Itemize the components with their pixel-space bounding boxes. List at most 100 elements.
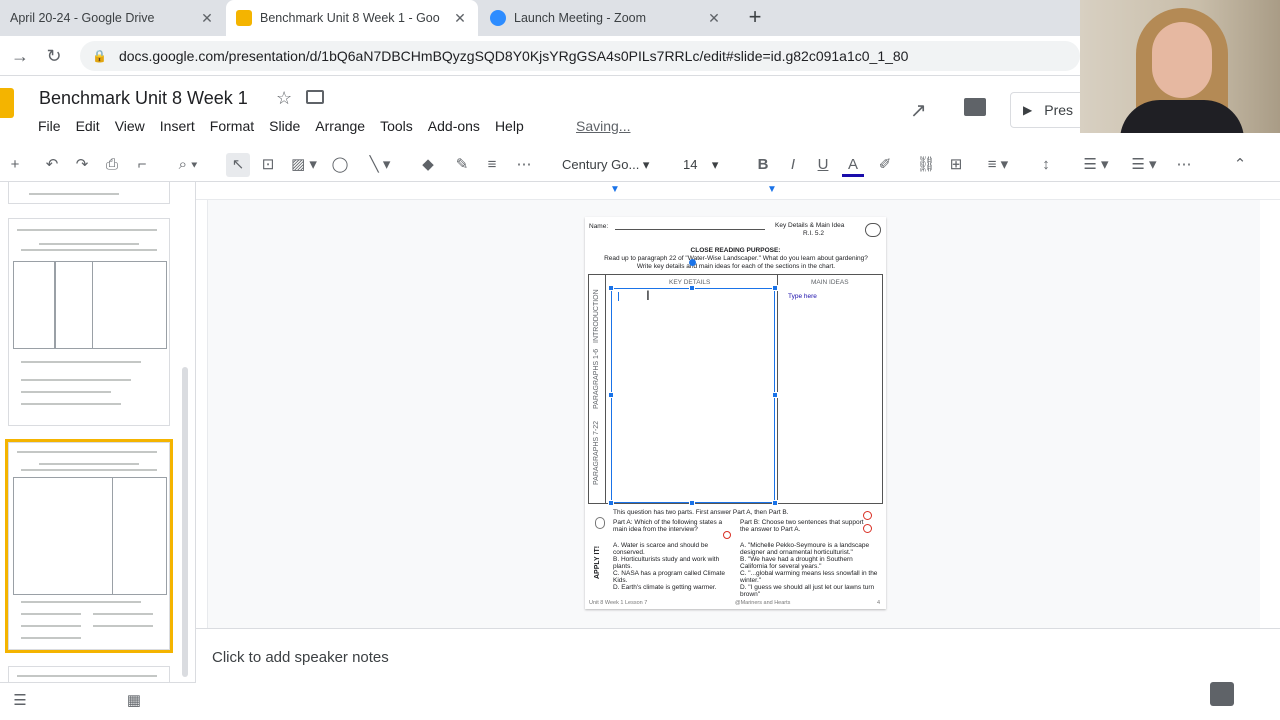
- resize-handle[interactable]: [772, 500, 778, 506]
- slide-thumbnail[interactable]: [8, 182, 170, 204]
- explore-icon[interactable]: [1210, 682, 1234, 706]
- activity-trend-icon[interactable]: ↗: [910, 98, 927, 123]
- resize-handle[interactable]: [772, 392, 778, 398]
- menu-slide[interactable]: Slide: [269, 118, 300, 134]
- part-a-options: A. Water is scarce and should be conserv…: [613, 542, 731, 591]
- undo-icon[interactable]: ↶: [40, 153, 64, 177]
- italic-icon[interactable]: I: [782, 153, 804, 177]
- tab-benchmark-slides[interactable]: Benchmark Unit 8 Week 1 - Goo ✕: [226, 0, 478, 36]
- menu-tools[interactable]: Tools: [380, 118, 413, 134]
- present-icon: ▶: [1023, 103, 1033, 117]
- part-b-option: B. "We have had a drought in Southern Ca…: [740, 556, 853, 570]
- comment-icon[interactable]: [964, 98, 986, 116]
- selected-text-box[interactable]: [611, 288, 775, 503]
- close-tab-icon[interactable]: ✕: [706, 10, 722, 27]
- tab-zoom[interactable]: Launch Meeting - Zoom ✕: [480, 0, 732, 36]
- highlight-icon[interactable]: ✐: [874, 153, 896, 177]
- resize-handle[interactable]: [608, 500, 614, 506]
- part-b-option: C. "...global warming means less snowfal…: [740, 570, 878, 584]
- slide-thumbnail-current[interactable]: [5, 439, 173, 653]
- redo-icon[interactable]: ↷: [70, 153, 94, 177]
- rotate-handle[interactable]: [689, 259, 696, 266]
- collapse-menu-icon[interactable]: ⌃: [1228, 153, 1252, 177]
- line-icon[interactable]: ╲ ▾: [360, 153, 400, 177]
- horizontal-ruler[interactable]: ▼ ▼: [196, 182, 1280, 200]
- move-folder-icon[interactable]: [306, 90, 324, 104]
- bold-icon[interactable]: B: [752, 153, 774, 177]
- speaker-notes[interactable]: Click to add speaker notes: [196, 628, 1280, 720]
- menu-view[interactable]: View: [115, 118, 145, 134]
- speaker-notes-placeholder[interactable]: Click to add speaker notes: [212, 649, 389, 666]
- menu-edit[interactable]: Edit: [76, 118, 100, 134]
- menu-arrange[interactable]: Arrange: [315, 118, 365, 134]
- indent-marker-icon[interactable]: ▼: [767, 184, 777, 195]
- align-icon[interactable]: ≡ ▾: [980, 153, 1016, 177]
- menu-format[interactable]: Format: [210, 118, 254, 134]
- vertical-ruler[interactable]: [196, 200, 208, 628]
- border-dash-icon[interactable]: ⋯: [512, 153, 536, 177]
- slide-thumbnail[interactable]: [8, 218, 170, 426]
- border-weight-icon[interactable]: ≡: [480, 153, 504, 177]
- url-field[interactable]: 🔒 docs.google.com/presentation/d/1bQ6aN7…: [80, 41, 1080, 71]
- star-icon[interactable]: ☆: [276, 88, 292, 109]
- check-circle-icon: [723, 531, 731, 539]
- font-select[interactable]: Century Go... ▾: [562, 154, 657, 176]
- line-spacing-icon[interactable]: ↕: [1034, 153, 1058, 177]
- more-icon[interactable]: ⋯: [1172, 153, 1196, 177]
- resize-handle[interactable]: [608, 392, 614, 398]
- shape-icon[interactable]: ◯: [328, 153, 352, 177]
- resize-handle[interactable]: [772, 285, 778, 291]
- text-box-icon[interactable]: ⊡: [256, 153, 280, 177]
- menu-addons[interactable]: Add-ons: [428, 118, 480, 134]
- filmstrip-footer: ☰ ▦: [0, 682, 196, 720]
- new-slide-icon[interactable]: +: [0, 153, 30, 177]
- menu-insert[interactable]: Insert: [160, 118, 195, 134]
- worksheet-header: Key Details & Main Idea: [775, 222, 845, 229]
- print-icon[interactable]: ⎙: [100, 153, 124, 177]
- numbered-list-icon[interactable]: ☰ ▾: [1076, 153, 1116, 177]
- bulleted-list-icon[interactable]: ☰ ▾: [1124, 153, 1164, 177]
- owl-logo-icon: [865, 223, 881, 237]
- close-tab-icon[interactable]: ✕: [452, 10, 468, 27]
- paint-format-icon[interactable]: ⌐: [130, 153, 154, 177]
- slide-filmstrip: [0, 182, 196, 720]
- document-title[interactable]: Benchmark Unit 8 Week 1: [39, 88, 248, 109]
- lock-icon: 🔒: [92, 49, 107, 63]
- underline-icon[interactable]: U: [812, 153, 834, 177]
- part-a-option: B. Horticulturists study and work with p…: [613, 556, 720, 570]
- reload-icon[interactable]: ↻: [42, 44, 66, 68]
- row-label-paragraphs-7-22: PARAGRAPHS 7-22: [593, 420, 600, 485]
- menu-file[interactable]: File: [38, 118, 61, 134]
- forward-icon[interactable]: →: [8, 44, 32, 68]
- add-comment-icon[interactable]: ⊞: [944, 153, 968, 177]
- resize-handle[interactable]: [689, 500, 695, 506]
- close-tab-icon[interactable]: ✕: [199, 10, 215, 27]
- font-size-select[interactable]: 14 ▾: [683, 154, 738, 176]
- indent-marker-icon[interactable]: ▼: [610, 184, 620, 195]
- slide[interactable]: Name: Key Details & Main Idea R.I. 5.2 C…: [585, 217, 886, 609]
- select-tool-icon[interactable]: ↖: [226, 153, 250, 177]
- zoom-icon[interactable]: ⌕ ▾: [170, 153, 206, 177]
- tab-google-drive[interactable]: April 20-24 - Google Drive ✕: [0, 0, 225, 36]
- filmstrip-scrollbar[interactable]: [182, 367, 188, 677]
- name-line: [615, 229, 765, 230]
- link-icon[interactable]: ⛓: [914, 153, 938, 177]
- standard-code: R.I. 5.2: [803, 230, 824, 237]
- fill-color-icon[interactable]: ◆: [416, 153, 440, 177]
- new-tab-button[interactable]: +: [744, 6, 766, 28]
- grid-view-icon[interactable]: ▦: [124, 689, 144, 713]
- border-color-icon[interactable]: ✎: [450, 153, 474, 177]
- menu-help[interactable]: Help: [495, 118, 524, 134]
- list-view-icon[interactable]: ☰: [10, 689, 30, 713]
- main-ideas-type-here[interactable]: Type here: [788, 293, 817, 300]
- image-icon[interactable]: ▨ ▾: [286, 153, 322, 177]
- footer-lesson: Unit 8 Week 1 Lesson 7: [589, 600, 648, 606]
- menu-bar: File Edit View Insert Format Slide Arran…: [38, 118, 539, 134]
- part-a-option: C. NASA has a program called Climate Kid…: [613, 570, 725, 584]
- slides-logo-icon[interactable]: [0, 88, 14, 118]
- canvas-scrollbar[interactable]: [1260, 200, 1280, 628]
- part-b-prompt: Part B: Choose two sentences that suppor…: [740, 519, 864, 533]
- resize-handle[interactable]: [689, 285, 695, 291]
- resize-handle[interactable]: [608, 285, 614, 291]
- text-color-icon[interactable]: A: [842, 153, 864, 177]
